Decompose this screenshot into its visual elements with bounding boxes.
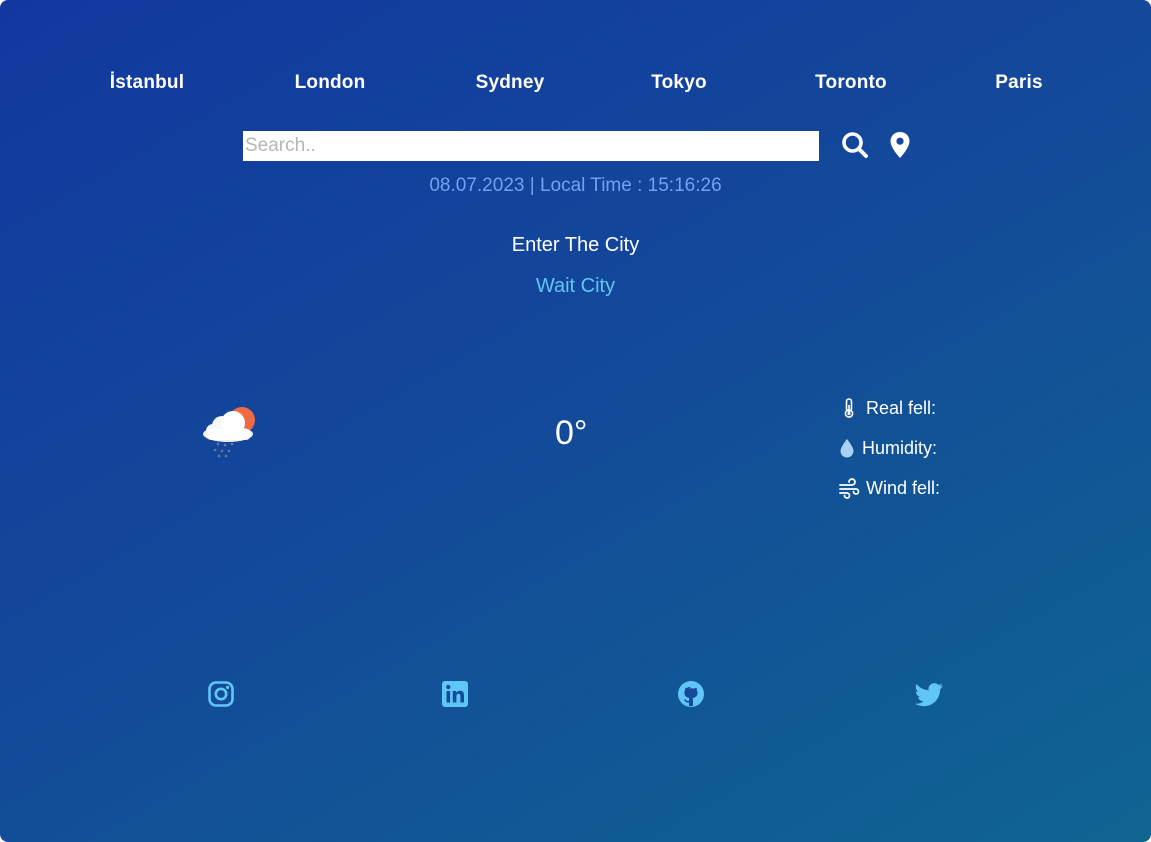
search-button[interactable] <box>840 130 870 160</box>
wind-label: Wind fell: <box>866 477 941 498</box>
humidity-label: Humidity: <box>862 437 938 458</box>
wind-icon <box>839 478 860 499</box>
city-subtitle: Wait City <box>535 275 616 297</box>
search-icon <box>842 132 868 158</box>
date-time: 08.07.2023 | Local Time : 15:16:26 <box>0 175 1151 197</box>
city-link-london[interactable]: London <box>295 72 366 94</box>
thermometer-icon <box>844 398 854 418</box>
temperature: 0° <box>555 414 588 452</box>
github-icon <box>678 681 704 707</box>
twitter-link[interactable] <box>914 680 943 708</box>
local-time-label: Local Time : <box>539 175 648 196</box>
location-button[interactable] <box>887 130 913 160</box>
wind-row: Wind fell: <box>838 468 940 508</box>
instagram-icon <box>208 681 234 707</box>
date-separator: | <box>524 175 540 196</box>
weather-app: İstanbul London Sydney Tokyo Toronto Par… <box>0 0 1151 842</box>
twitter-icon <box>914 683 943 707</box>
real-feel-label: Real fell: <box>866 397 937 418</box>
city-link-sydney[interactable]: Sydney <box>476 72 545 94</box>
cloud-sun-snow-icon <box>203 407 255 458</box>
linkedin-link[interactable] <box>441 680 469 708</box>
local-time-value: 15:16:26 <box>647 175 722 196</box>
linkedin-icon <box>442 681 468 707</box>
water-drop-icon <box>840 439 854 458</box>
github-link[interactable] <box>677 680 705 708</box>
city-link-paris[interactable]: Paris <box>995 72 1042 94</box>
location-pin-icon <box>890 132 910 158</box>
search-input[interactable] <box>243 131 819 161</box>
city-link-istanbul[interactable]: İstanbul <box>110 72 184 94</box>
city-title: Enter The City <box>511 234 640 256</box>
weather-details: Real fell: Humidity: Wind fell: <box>838 388 940 508</box>
weather-icon <box>200 402 260 458</box>
humidity-row: Humidity: <box>838 428 940 468</box>
city-link-tokyo[interactable]: Tokyo <box>651 72 707 94</box>
date-text: 08.07.2023 <box>429 175 525 196</box>
real-feel-row: Real fell: <box>838 388 940 428</box>
city-link-toronto[interactable]: Toronto <box>815 72 887 94</box>
instagram-link[interactable] <box>207 680 235 708</box>
